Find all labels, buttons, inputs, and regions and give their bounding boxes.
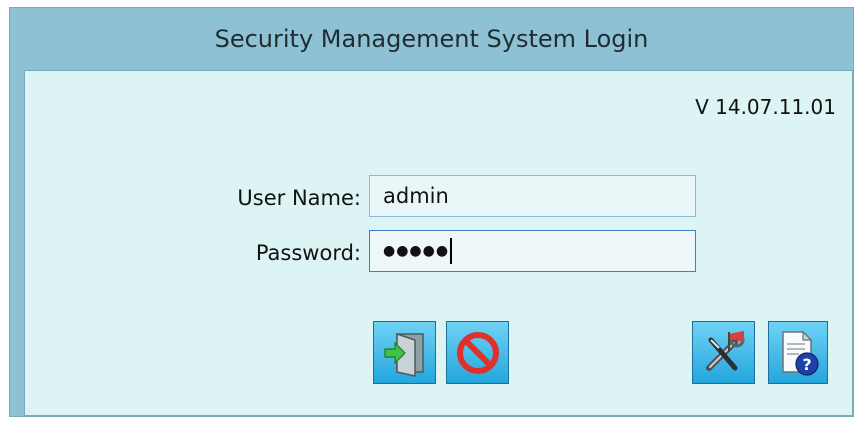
tools-settings-icon <box>705 330 744 371</box>
login-panel: V 14.07.11.01 User Name: admin Password:… <box>24 70 853 416</box>
username-value: admin <box>383 184 449 208</box>
login-button[interactable] <box>373 321 436 384</box>
no-entry-icon <box>456 331 499 374</box>
window-title: Security Management System Login <box>214 25 649 53</box>
help-button[interactable]: ? <box>768 321 828 384</box>
svg-text:?: ? <box>802 355 811 374</box>
username-label: User Name: <box>237 186 361 210</box>
password-label: Password: <box>255 241 361 265</box>
text-caret <box>450 238 453 264</box>
login-window: Security Management System Login V 14.07… <box>9 7 854 417</box>
password-masked-value: ●●●●● <box>383 243 450 259</box>
cancel-button[interactable] <box>446 321 509 384</box>
password-input[interactable]: ●●●●● <box>369 230 696 272</box>
settings-button[interactable] <box>692 321 755 384</box>
username-input[interactable]: admin <box>369 175 696 217</box>
version-label: V 14.07.11.01 <box>695 95 836 119</box>
document-help-icon: ? <box>782 330 819 376</box>
door-enter-icon <box>383 332 424 377</box>
